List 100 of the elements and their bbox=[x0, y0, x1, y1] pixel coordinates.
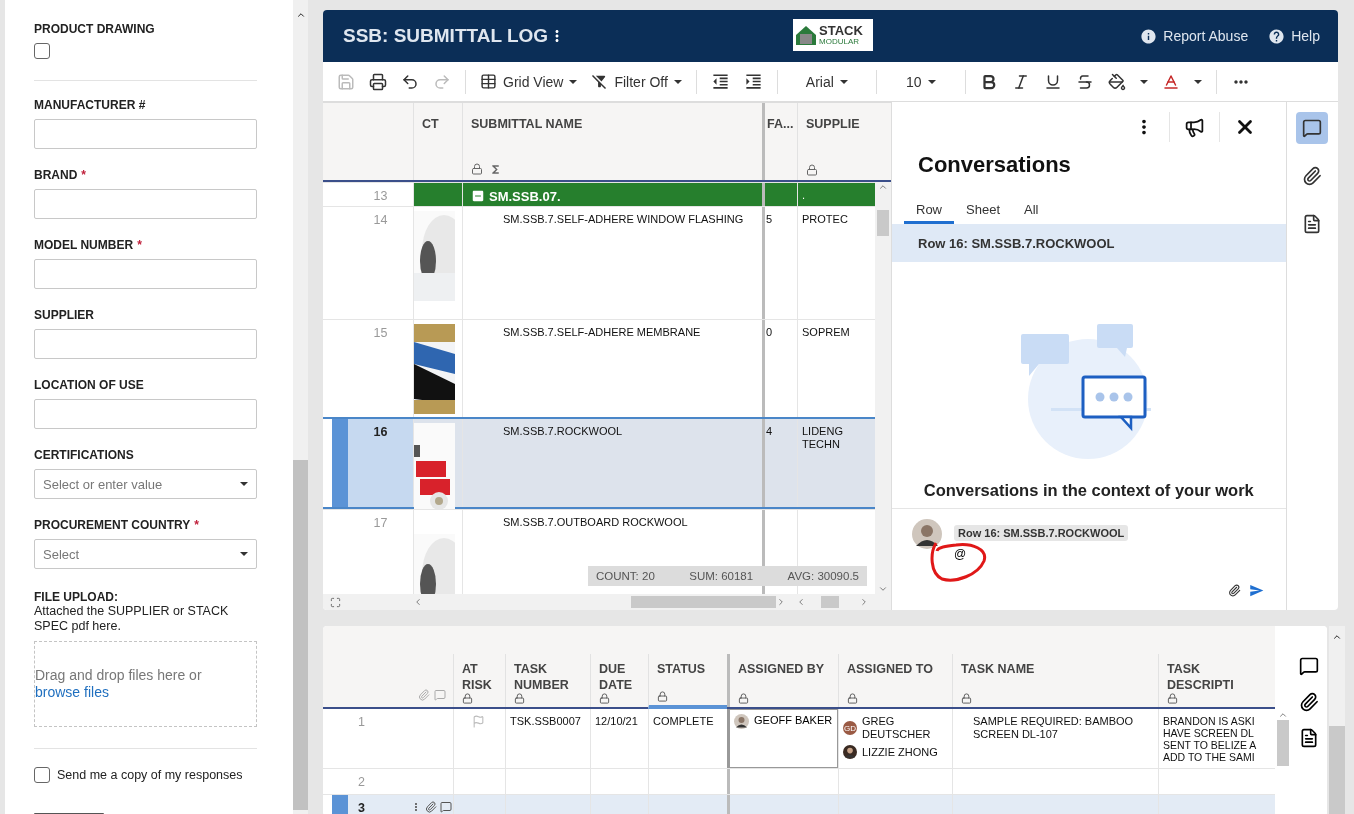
column-header[interactable]: DUE DATE bbox=[599, 661, 640, 693]
scrollbar[interactable] bbox=[875, 182, 891, 595]
column-header[interactable]: CT bbox=[422, 117, 439, 131]
table-row[interactable]: 3 bbox=[323, 795, 1275, 814]
select-field[interactable]: Select or enter value bbox=[34, 469, 257, 500]
help-icon bbox=[1268, 27, 1286, 45]
lock-icon bbox=[462, 693, 473, 704]
selected-cell[interactable]: GEOFF BAKER bbox=[727, 709, 838, 768]
table-cell: SM.SSB.7.OUTBOARD ROCKWOOL bbox=[503, 516, 688, 529]
text-color-icon[interactable] bbox=[1161, 72, 1180, 91]
font-size-dropdown[interactable]: 10 bbox=[890, 73, 951, 90]
row-reference-chip: Row 16: SM.SSB.7.ROCKWOOL bbox=[954, 525, 1129, 541]
browse-link[interactable]: browse files bbox=[35, 684, 109, 702]
header-link[interactable]: Report Abuse bbox=[1140, 27, 1249, 45]
field-label: MODEL NUMBER * bbox=[34, 238, 143, 253]
scrollbar[interactable] bbox=[1329, 626, 1345, 814]
checkbox[interactable] bbox=[34, 43, 50, 59]
drop-zone[interactable]: Drag and drop files here or browse files bbox=[34, 641, 257, 728]
scrollbar-thumb[interactable] bbox=[1276, 720, 1289, 766]
caret-icon bbox=[673, 79, 682, 84]
column-header[interactable]: SUBMITTAL NAME bbox=[471, 117, 583, 131]
horizontal-scrollbar[interactable] bbox=[323, 594, 891, 610]
comments-button[interactable] bbox=[1296, 112, 1329, 144]
scrollbar-thumb[interactable] bbox=[821, 596, 839, 609]
tab[interactable]: All bbox=[1012, 198, 1051, 224]
column-header[interactable]: AT RISK bbox=[462, 661, 497, 693]
collapse-icon[interactable] bbox=[471, 189, 485, 204]
scrollbar-thumb[interactable] bbox=[1329, 726, 1345, 814]
underline-icon[interactable] bbox=[1043, 72, 1062, 91]
table-row[interactable]: 16 SM.SSB.7.ROCKWOOL 4 LIDENG TECHN bbox=[323, 417, 875, 510]
select-field[interactable]: Select bbox=[34, 539, 257, 570]
column-header[interactable]: SUPPLIE bbox=[806, 117, 860, 131]
text-field[interactable] bbox=[34, 399, 257, 430]
lock-icon bbox=[471, 163, 483, 177]
table-cell: 0 bbox=[766, 326, 773, 339]
column-header[interactable]: ASSIGNED TO bbox=[847, 661, 933, 677]
print-icon[interactable] bbox=[369, 72, 387, 91]
tab[interactable]: Sheet bbox=[954, 198, 1012, 224]
comment-icon[interactable] bbox=[1298, 656, 1319, 676]
user-avatar bbox=[734, 714, 749, 729]
sheet-title: SSB: SUBMITTAL LOG bbox=[343, 25, 549, 47]
header-link[interactable]: Help bbox=[1268, 27, 1320, 45]
column-header[interactable]: TASK NUMBER bbox=[514, 661, 582, 693]
group-title: SM.SSB.07. bbox=[489, 189, 561, 203]
strikethrough-icon[interactable] bbox=[1075, 72, 1094, 91]
checkbox[interactable] bbox=[34, 766, 50, 783]
field-label: LOCATION OF USE bbox=[34, 378, 145, 393]
outdent-icon[interactable] bbox=[710, 72, 730, 91]
comment-input[interactable]: @ bbox=[954, 547, 1154, 561]
scrollbar[interactable] bbox=[293, 0, 308, 814]
lock-icon bbox=[806, 164, 818, 177]
table-cell-text: BRANDON IS ASKI HAVE SCREEN DL SENT TO BELIZE A ADD TO THE SAMI bbox=[1163, 715, 1257, 763]
column-header[interactable]: TASK NAME bbox=[961, 661, 1035, 677]
comment-icon bbox=[1302, 118, 1323, 138]
row-number: 13 bbox=[348, 183, 413, 207]
fullscreen-icon[interactable] bbox=[330, 596, 341, 608]
user-initials: GD bbox=[843, 721, 857, 735]
text-field[interactable] bbox=[34, 119, 257, 150]
scrollbar-thumb[interactable] bbox=[631, 596, 776, 609]
arrow-up-icon[interactable] bbox=[1277, 710, 1288, 720]
filter-off-icon bbox=[591, 73, 609, 90]
table-cell: SOPREM bbox=[802, 326, 850, 339]
text-field[interactable] bbox=[34, 189, 257, 220]
column-header[interactable]: STATUS bbox=[657, 661, 706, 677]
table-cell: COMPLETE bbox=[653, 715, 714, 727]
lock-icon bbox=[657, 691, 668, 702]
table-row[interactable]: 14 SM.SSB.7.SELF-ADHERE WINDOW FLASHING 5 PROTEC bbox=[323, 206, 875, 320]
lock-icon bbox=[847, 693, 858, 704]
text-field[interactable] bbox=[34, 329, 257, 360]
indent-icon[interactable] bbox=[743, 72, 763, 91]
lock-icon bbox=[738, 693, 749, 704]
column-header[interactable]: FA... bbox=[767, 117, 794, 131]
fill-color-icon[interactable] bbox=[1107, 72, 1126, 91]
send-icon[interactable] bbox=[1248, 583, 1264, 598]
view-dropdown[interactable]: Grid View bbox=[480, 73, 578, 90]
table-cell: SM.SSB.7.ROCKWOOL bbox=[503, 425, 623, 438]
column-header[interactable]: TASK DESCRIPTI bbox=[1167, 661, 1252, 693]
field-label: PRODUCT DRAWING bbox=[34, 22, 156, 36]
filter-dropdown[interactable]: Filter Off bbox=[591, 73, 682, 90]
table-cell: . bbox=[802, 189, 806, 202]
attachment-icon[interactable] bbox=[1227, 584, 1241, 597]
megaphone-icon[interactable] bbox=[1183, 116, 1205, 138]
row-number: 16 bbox=[348, 419, 413, 508]
table-row[interactable]: 15 SM.SSB.7.SELF-ADHERE MEMBRANE 0 SOPREM bbox=[323, 319, 875, 418]
row-number: 1 bbox=[357, 714, 366, 731]
row-number: 3 bbox=[357, 800, 366, 814]
caret-icon bbox=[839, 79, 848, 84]
table-cell: LIZZIE ZHONG bbox=[862, 745, 938, 759]
scrollbar-thumb[interactable] bbox=[877, 210, 889, 237]
undo-icon[interactable] bbox=[401, 72, 419, 91]
text-field[interactable] bbox=[34, 259, 257, 290]
scrollbar-thumb[interactable] bbox=[293, 460, 308, 810]
attachment-icon[interactable] bbox=[1298, 692, 1319, 712]
table-icon bbox=[480, 73, 497, 90]
font-dropdown[interactable]: Arial bbox=[791, 73, 862, 90]
table-cell: SM.SSB.7.SELF-ADHERE MEMBRANE bbox=[503, 326, 701, 339]
arrow-up-icon[interactable] bbox=[295, 10, 306, 20]
panel-title: Conversations bbox=[917, 152, 1072, 178]
column-header[interactable]: ASSIGNED BY bbox=[738, 661, 825, 677]
group-row[interactable]: 13 SM.SSB.07. . bbox=[323, 182, 875, 207]
